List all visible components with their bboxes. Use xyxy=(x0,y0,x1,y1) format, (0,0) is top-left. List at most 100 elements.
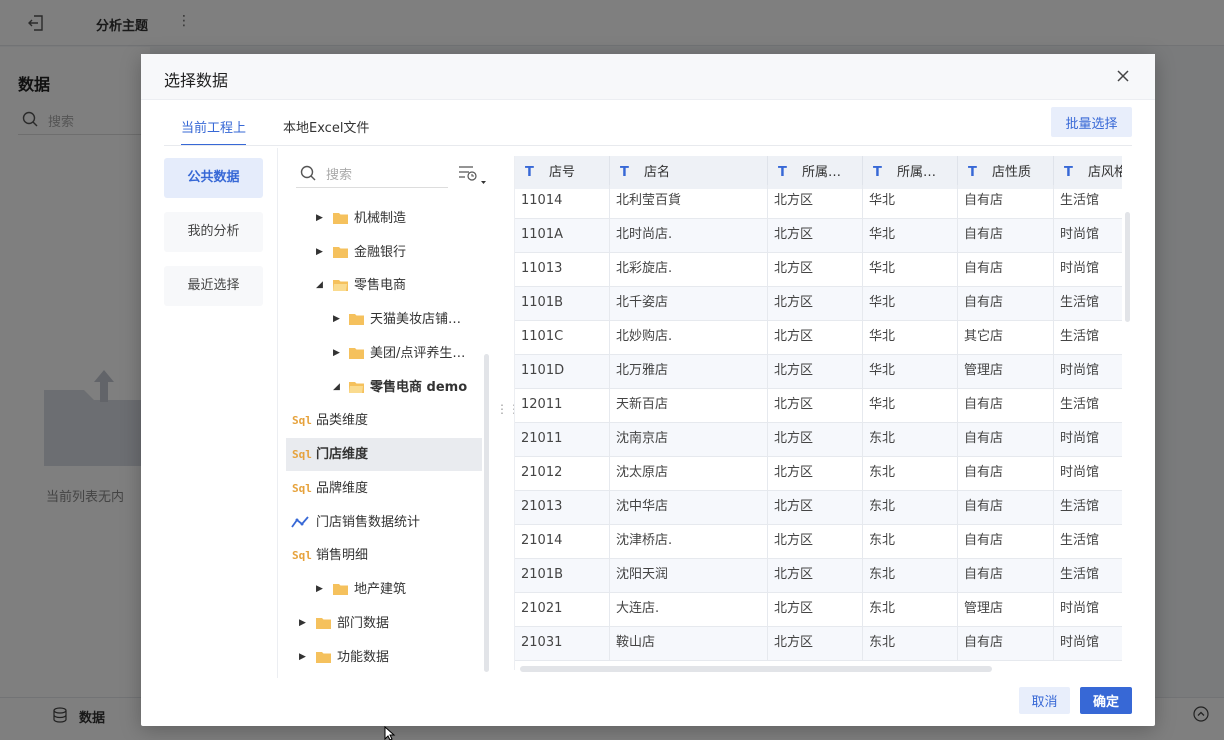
tree-item-label: 机械制造 xyxy=(354,211,407,226)
table-cell: 21013 xyxy=(515,491,610,525)
table-cell: 东北 xyxy=(863,525,958,559)
table-cell: 北方区 xyxy=(768,491,863,525)
table-cell: 华北 xyxy=(863,253,958,287)
sql-icon: Sql xyxy=(292,448,312,461)
table-cell: 天新百店 xyxy=(610,389,768,423)
tree-item-brand-dimension[interactable]: Sql 品牌维度 xyxy=(286,472,482,505)
folder-icon xyxy=(333,247,348,258)
table-cell: 北方区 xyxy=(768,593,863,627)
tree-item-store-dimension[interactable]: Sql 门店维度 xyxy=(286,438,482,471)
collapse-arrow-icon[interactable]: ◢ xyxy=(316,269,326,302)
table-cell: 生活馆 xyxy=(1054,287,1122,321)
mouse-cursor-icon xyxy=(384,726,396,740)
tree-item-retail[interactable]: ◢ 零售电商 xyxy=(286,269,482,302)
tree-item-tmall-beauty[interactable]: ▶ 天猫美妆店铺… xyxy=(286,303,482,336)
tree-item-sales-detail[interactable]: Sql 销售明细 xyxy=(286,539,482,572)
table-cell: 1101B xyxy=(515,287,610,321)
tree-item-label: 门店销售数据统计 xyxy=(316,515,421,530)
collapse-arrow-icon[interactable]: ◢ xyxy=(333,371,343,404)
table-cell: 生活馆 xyxy=(1054,525,1122,559)
tree-item-label: 部门数据 xyxy=(337,616,390,631)
sql-icon: Sql xyxy=(292,482,312,495)
tree-item-real-estate[interactable]: ▶ 地产建筑 xyxy=(286,573,482,606)
table-cell: 自有店 xyxy=(958,219,1054,253)
expand-arrow-icon[interactable]: ▶ xyxy=(333,337,343,370)
dialog-title: 选择数据 xyxy=(164,71,229,90)
tree-item-meituan[interactable]: ▶ 美团/点评养生… xyxy=(286,337,482,370)
expand-arrow-icon[interactable]: ▶ xyxy=(316,202,326,235)
expand-arrow-icon[interactable]: ▶ xyxy=(316,236,326,269)
tree-item-store-sales-stats[interactable]: 门店销售数据统计 xyxy=(286,506,482,539)
tree-item-label: 品牌维度 xyxy=(316,481,369,496)
table-cell: 北方区 xyxy=(768,185,863,219)
sql-icon: Sql xyxy=(292,549,312,562)
table-cell: 华北 xyxy=(863,355,958,389)
panel-resize-handle[interactable]: ⋮⋮ xyxy=(496,402,520,418)
table-cell: 11013 xyxy=(515,253,610,287)
table-cell: 11014 xyxy=(515,185,610,219)
table-cell: 自有店 xyxy=(958,389,1054,423)
tree-item-label: 销售明细 xyxy=(316,548,369,563)
tab-local-excel[interactable]: 本地Excel文件 xyxy=(283,108,369,146)
table-cell: 时尚馆 xyxy=(1054,219,1122,253)
table-cell: 生活馆 xyxy=(1054,185,1122,219)
tree-item-function-data[interactable]: ▶ 功能数据 xyxy=(286,641,482,674)
table-cell: 管理店 xyxy=(958,593,1054,627)
table-cell: 21014 xyxy=(515,525,610,559)
table-cell: 自有店 xyxy=(958,287,1054,321)
table-cell: 生活馆 xyxy=(1054,491,1122,525)
dialog-header: 选择数据 xyxy=(141,54,1155,100)
table-cell: 鞍山店 xyxy=(610,627,768,661)
table-cell: 沈太原店 xyxy=(610,457,768,491)
table-cell: 东北 xyxy=(863,491,958,525)
tree-item-label: 天猫美妆店铺… xyxy=(370,312,462,327)
category-public-data[interactable]: 公共数据 xyxy=(164,158,263,198)
table-cell: 东北 xyxy=(863,559,958,593)
tree-search-box[interactable]: 搜索 xyxy=(296,158,448,188)
table-cell: 生活馆 xyxy=(1054,559,1122,593)
sql-icon: Sql xyxy=(292,414,312,427)
table-cell: 21021 xyxy=(515,593,610,627)
table-row: 21021 大连店. 北方区 东北 管理店 时尚馆 xyxy=(515,593,1122,627)
table-cell: 北方区 xyxy=(768,559,863,593)
expand-arrow-icon[interactable]: ▶ xyxy=(299,641,309,674)
close-icon[interactable] xyxy=(1116,69,1130,83)
tab-current-project[interactable]: 当前工程上 xyxy=(181,108,247,146)
tree-item-machinery[interactable]: ▶ 机械制造 xyxy=(286,202,482,235)
table-cell: 时尚馆 xyxy=(1054,423,1122,457)
table-cell: 华北 xyxy=(863,321,958,355)
table-cell: 自有店 xyxy=(958,457,1054,491)
tree-item-label: 零售电商 xyxy=(354,278,407,293)
category-my-analysis[interactable]: 我的分析 xyxy=(164,212,263,252)
tree-item-finance[interactable]: ▶ 金融银行 xyxy=(286,236,482,269)
expand-arrow-icon[interactable]: ▶ xyxy=(333,303,343,336)
category-recent[interactable]: 最近选择 xyxy=(164,266,263,306)
table-cell: 东北 xyxy=(863,627,958,661)
table-row: 21012 沈太原店 北方区 东北 自有店 时尚馆 xyxy=(515,457,1122,491)
cancel-button[interactable]: 取消 xyxy=(1019,687,1070,714)
table-cell: 时尚馆 xyxy=(1054,253,1122,287)
table-cell: 北万雅店 xyxy=(610,355,768,389)
data-tree: ▶ 机械制造 ▶ 金融银行 ◢ 零售电商 ▶ 天猫美妆店铺… ▶ 美团/点评养生… xyxy=(286,202,482,680)
table-row: 12011 天新百店 北方区 华北 自有店 生活馆 xyxy=(515,389,1122,423)
tree-item-label: 美团/点评养生… xyxy=(370,346,466,361)
table-vertical-scrollbar[interactable] xyxy=(1125,212,1130,322)
table-cell: 时尚馆 xyxy=(1054,593,1122,627)
tree-item-retail-demo[interactable]: ◢ 零售电商 demo xyxy=(286,371,482,404)
batch-select-button[interactable]: 批量选择 xyxy=(1051,107,1132,137)
tree-item-category-dimension[interactable]: Sql 品类维度 xyxy=(286,404,482,437)
folder-open-icon xyxy=(333,280,348,291)
table-cell: 沈阳天润 xyxy=(610,559,768,593)
filter-sort-icon[interactable] xyxy=(457,164,487,186)
table-cell: 北方区 xyxy=(768,321,863,355)
expand-arrow-icon[interactable]: ▶ xyxy=(316,573,326,606)
expand-arrow-icon[interactable]: ▶ xyxy=(299,607,309,640)
table-cell: 东北 xyxy=(863,423,958,457)
tree-item-label: 地产建筑 xyxy=(354,582,407,597)
confirm-button[interactable]: 确定 xyxy=(1080,687,1132,714)
tree-scrollbar[interactable] xyxy=(484,354,489,672)
table-cell: 北方区 xyxy=(768,457,863,491)
tree-item-department-data[interactable]: ▶ 部门数据 xyxy=(286,607,482,640)
table-cell: 生活馆 xyxy=(1054,321,1122,355)
table-horizontal-scrollbar[interactable] xyxy=(520,666,992,672)
